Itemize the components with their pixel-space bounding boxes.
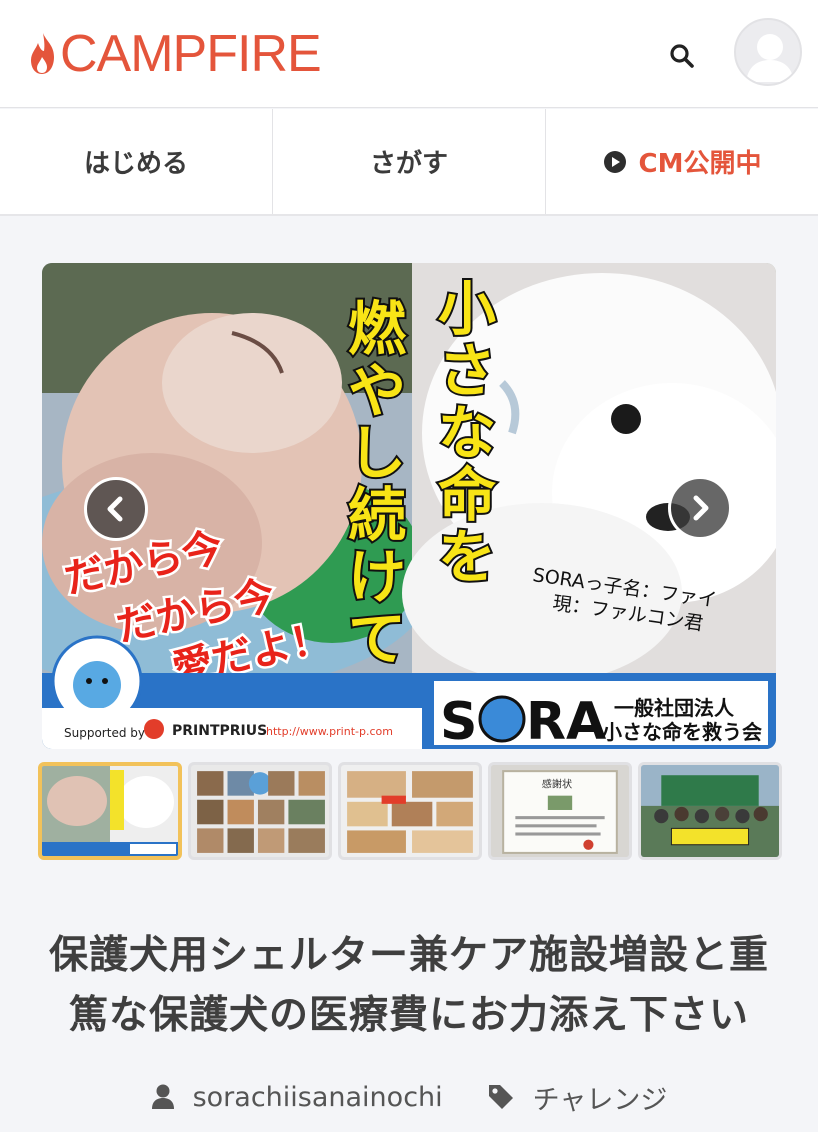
tab-cm[interactable]: CM公開中 [546, 109, 818, 214]
user-avatar[interactable] [734, 18, 802, 86]
thumbnail-4-text: 感謝状 [542, 777, 572, 790]
thumbnail-3[interactable] [338, 762, 482, 860]
carousel-next-button[interactable] [668, 476, 732, 540]
tab-search-label: さがす [369, 149, 448, 179]
site-header: CAMPFIRE [0, 0, 818, 108]
thumbnail-2[interactable] [188, 762, 332, 860]
thumbnail-3-image [341, 765, 479, 857]
svg-text:を: を [438, 523, 496, 591]
project-hero-illustration: 小 さ な 命 を 燃 や し 続 け て だから今 だから今 愛だよ！ SOR… [42, 263, 776, 749]
svg-text:け: け [348, 543, 406, 611]
project-author[interactable]: sorachiisanainochi [151, 1082, 443, 1113]
thumbnail-4[interactable]: 感謝状 [488, 762, 632, 860]
tab-cm-label: CM公開中 [638, 149, 762, 179]
thumbnail-2-image [191, 765, 329, 857]
user-icon [151, 1084, 174, 1109]
svg-text:小さな命を救う会: 小さな命を救う会 [602, 720, 762, 744]
project-category-label: チャレンジ [532, 1084, 668, 1116]
svg-text:燃: 燃 [348, 295, 407, 363]
svg-text:Supported by: Supported by [64, 726, 145, 740]
carousel-main-image[interactable]: 小 さ な 命 を 燃 や し 続 け て だから今 だから今 愛だよ！ SOR… [42, 263, 776, 749]
search-button[interactable] [664, 38, 700, 74]
thumbnail-1[interactable] [38, 762, 182, 860]
thumbnail-5[interactable] [638, 762, 782, 860]
tab-search[interactable]: さがす [273, 109, 546, 214]
svg-text:な: な [438, 399, 496, 467]
tab-start-label: はじめる [83, 149, 188, 179]
thumbnail-5-image [641, 765, 779, 857]
svg-text:命: 命 [438, 461, 496, 529]
project-title: 保護犬用シェルター兼ケア施設増設と重篤な保護犬の医療費にお力添え下さい [48, 933, 769, 1038]
carousel-thumbnails: 感謝状 [38, 762, 782, 860]
project-category[interactable]: チャレンジ [487, 1078, 668, 1117]
tag-icon [488, 1085, 513, 1109]
svg-text:し: し [348, 419, 406, 487]
chevron-left-icon [107, 496, 123, 522]
svg-text:続: 続 [348, 481, 406, 549]
thumbnail-1-image [42, 766, 178, 856]
user-avatar-icon [746, 34, 794, 82]
chevron-right-icon [693, 495, 709, 521]
project-meta: sorachiisanainochi チャレンジ [0, 1072, 818, 1122]
svg-text:S: S [440, 692, 477, 749]
flame-icon [31, 33, 54, 74]
svg-text:さ: さ [438, 337, 496, 405]
svg-text:http://www.print-p.com: http://www.print-p.com [266, 725, 393, 738]
main-nav: はじめる さがす CM公開中 [0, 109, 818, 216]
project-author-name: sorachiisanainochi [192, 1081, 443, 1113]
svg-text:PRINTPRIUS: PRINTPRIUS [172, 723, 267, 739]
svg-text:て: て [348, 605, 406, 673]
svg-text:一般社団法人: 一般社団法人 [614, 696, 735, 720]
tab-start[interactable]: はじめる [0, 109, 273, 214]
play-circle-icon [603, 150, 627, 174]
thumbnail-4-image: 感謝状 [491, 765, 629, 857]
search-icon [670, 44, 694, 68]
carousel-prev-button[interactable] [84, 477, 148, 541]
svg-text:小: 小 [438, 275, 496, 343]
logo-text: CAMPFIRE [60, 25, 322, 83]
svg-text:や: や [348, 357, 406, 425]
campfire-logo[interactable]: CAMPFIRE [28, 25, 322, 83]
svg-text:RA: RA [526, 692, 606, 749]
